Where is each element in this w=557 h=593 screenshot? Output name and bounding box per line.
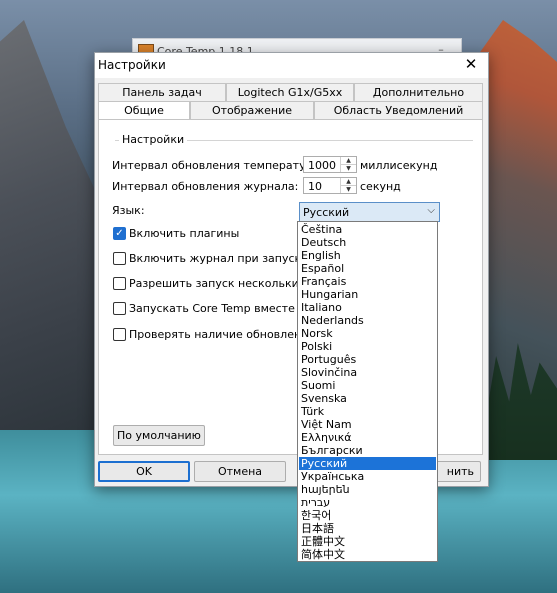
defaults-button[interactable]: По умолчанию bbox=[113, 425, 205, 446]
language-dropdown-list[interactable]: Čeština Deutsch English Español Français… bbox=[297, 221, 438, 562]
language-option[interactable]: Ελληνικά bbox=[299, 431, 436, 444]
tab-display[interactable]: Отображение bbox=[190, 101, 314, 119]
language-option[interactable]: Português bbox=[299, 353, 436, 366]
language-option[interactable]: Nederlands bbox=[299, 314, 436, 327]
tab-advanced[interactable]: Дополнительно bbox=[354, 83, 483, 101]
checkbox-multiple-instances-label[interactable]: Разрешить запуск нескольких ко bbox=[129, 277, 322, 290]
language-option[interactable]: 正體中文 bbox=[299, 535, 436, 548]
ok-button[interactable]: OK bbox=[98, 461, 190, 482]
language-option[interactable]: Български bbox=[299, 444, 436, 457]
language-option[interactable]: հայերեն bbox=[299, 483, 436, 496]
language-option[interactable]: Norsk bbox=[299, 327, 436, 340]
language-option[interactable]: Slovinčina bbox=[299, 366, 436, 379]
temp-interval-label: Интервал обновления температур: bbox=[112, 159, 317, 172]
spinner-arrows: ▲ ▼ bbox=[340, 157, 356, 172]
language-option[interactable]: Suomi bbox=[299, 379, 436, 392]
tab-windows-taskbar[interactable]: Панель задач Windows bbox=[98, 83, 226, 116]
language-option[interactable]: 日本語 bbox=[299, 522, 436, 535]
chevron-down-icon[interactable]: ⌵ bbox=[427, 205, 435, 216]
language-label: Язык: bbox=[112, 204, 145, 217]
temp-interval-spinner[interactable]: 1000 ▲ ▼ bbox=[303, 156, 357, 173]
language-option[interactable]: Español bbox=[299, 262, 436, 275]
tab-row-back: Панель задач Windows Logitech G1x/G5xx Д… bbox=[98, 83, 483, 116]
tab-general[interactable]: Общие bbox=[98, 101, 190, 120]
checkbox-multiple-instances[interactable] bbox=[113, 277, 126, 290]
language-option[interactable]: Українська bbox=[299, 470, 436, 483]
checkbox-enable-plugins-label[interactable]: Включить плагины bbox=[129, 227, 239, 240]
checkbox-enable-plugins[interactable]: ✓ bbox=[113, 227, 126, 240]
language-option[interactable]: Türk bbox=[299, 405, 436, 418]
temp-interval-unit: миллисекунд bbox=[360, 159, 438, 172]
language-option[interactable]: Polski bbox=[299, 340, 436, 353]
tab-notification-area[interactable]: Область Уведомлений bbox=[314, 101, 483, 119]
checkbox-start-with-windows[interactable] bbox=[113, 302, 126, 315]
log-interval-unit: секунд bbox=[360, 180, 401, 193]
tab-logitech[interactable]: Logitech G1x/G5xx bbox=[226, 83, 354, 101]
language-option[interactable]: Svenska bbox=[299, 392, 436, 405]
language-option[interactable]: Hungarian bbox=[299, 288, 436, 301]
language-option[interactable]: עברית bbox=[299, 496, 436, 509]
language-option-selected[interactable]: Русский bbox=[299, 457, 436, 470]
group-label: Настройки bbox=[119, 133, 188, 146]
dialog-titlebar: Настройки ✕ bbox=[95, 53, 488, 78]
language-option[interactable]: Deutsch bbox=[299, 236, 436, 249]
language-option[interactable]: Italiano bbox=[299, 301, 436, 314]
language-option[interactable]: Čeština bbox=[299, 223, 436, 236]
checkbox-enable-log[interactable] bbox=[113, 252, 126, 265]
spinner-down-icon[interactable]: ▼ bbox=[341, 186, 356, 193]
log-interval-value[interactable]: 10 bbox=[308, 180, 322, 193]
language-option[interactable]: Français bbox=[299, 275, 436, 288]
language-option[interactable]: English bbox=[299, 249, 436, 262]
close-icon[interactable]: ✕ bbox=[462, 55, 480, 73]
temp-interval-value[interactable]: 1000 bbox=[308, 159, 336, 172]
cancel-button[interactable]: Отмена bbox=[194, 461, 286, 482]
checkbox-enable-log-label[interactable]: Включить журнал при запуске bbox=[129, 252, 308, 265]
checkbox-start-with-windows-label[interactable]: Запускать Core Temp вместе с Wi bbox=[129, 302, 322, 315]
language-option[interactable]: Việt Nam bbox=[299, 418, 436, 431]
language-selected-value: Русский bbox=[303, 206, 350, 219]
dialog-title: Настройки bbox=[98, 58, 166, 72]
log-interval-label: Интервал обновления журнала: bbox=[112, 180, 299, 193]
tab-row-front: Общие Отображение Область Уведомлений bbox=[98, 101, 483, 120]
spinner-up-icon[interactable]: ▲ bbox=[341, 178, 356, 186]
spinner-up-icon[interactable]: ▲ bbox=[341, 157, 356, 165]
log-interval-spinner[interactable]: 10 ▲ ▼ bbox=[303, 177, 357, 194]
language-select[interactable]: Русский ⌵ bbox=[299, 202, 440, 222]
spinner-arrows: ▲ ▼ bbox=[340, 178, 356, 193]
spinner-down-icon[interactable]: ▼ bbox=[341, 165, 356, 172]
language-option[interactable]: 简体中文 bbox=[299, 548, 436, 561]
checkbox-check-updates[interactable] bbox=[113, 328, 126, 341]
language-option[interactable]: 한국어 bbox=[299, 509, 436, 522]
